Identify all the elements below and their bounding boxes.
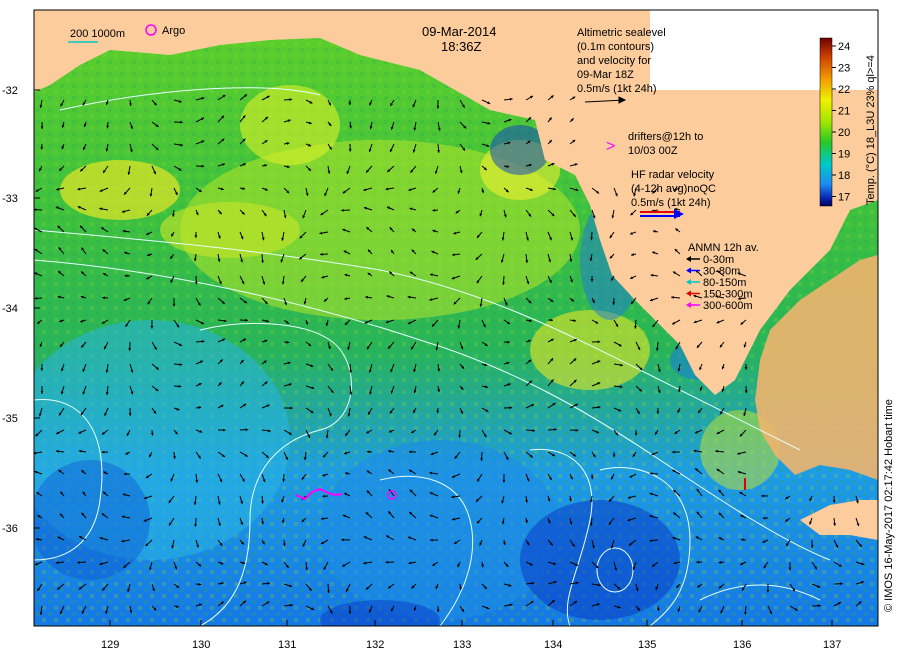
colorbar	[820, 38, 832, 206]
lon-tick-label: 136	[733, 639, 751, 651]
drifters-label-2: 10/03 00Z	[628, 145, 678, 157]
lon-tick-label: 131	[278, 639, 296, 651]
colorbar-tick-label: 21	[838, 106, 850, 118]
credit-text: © IMOS 16-May-2017 02:17:42 Hobart time	[883, 399, 895, 612]
anmn-legend-label: 30-80m	[703, 266, 740, 278]
lat-tick-label: -32	[2, 85, 18, 97]
scale-label: 200 1000m	[70, 28, 125, 40]
colorbar-tick-label: 20	[838, 127, 850, 139]
anmn-legend-label: 150-300m	[703, 289, 753, 301]
lat-tick-label: -33	[2, 193, 18, 205]
lon-tick-label: 130	[192, 639, 210, 651]
colorbar-tick-label: 22	[838, 84, 850, 96]
lat-tick-label: -35	[2, 413, 18, 425]
argo-legend-label: Argo	[162, 25, 185, 37]
svg-text:(0.1m contours): (0.1m contours)	[577, 41, 654, 53]
anmn-legend-title: ANMN 12h av.	[688, 242, 759, 254]
anmn-legend-label: 0-30m	[703, 254, 734, 266]
svg-text:0.5m/s (1kt 24h): 0.5m/s (1kt 24h)	[631, 197, 710, 209]
lon-tick-label: 133	[453, 639, 471, 651]
lon-tick-label: 132	[366, 639, 384, 651]
drifters-label-1: drifters@12h to	[628, 131, 703, 143]
svg-text:(4-12h avg)noQC: (4-12h avg)noQC	[631, 183, 716, 195]
lat-tick-label: -36	[2, 523, 18, 535]
svg-text:09-Mar 18Z: 09-Mar 18Z	[577, 69, 634, 81]
drifters-symbol: >	[606, 138, 615, 155]
lon-tick-label: 134	[544, 639, 562, 651]
lon-tick-label: 129	[101, 639, 119, 651]
lon-tick-label: 135	[638, 639, 656, 651]
lon-tick-label: 137	[823, 639, 841, 651]
sst-map: 200 1000m Argo 09-Mar-2014 18:36Z Altime…	[0, 0, 900, 660]
svg-text:0.5m/s (1kt 24h): 0.5m/s (1kt 24h)	[577, 83, 656, 95]
map-time: 18:36Z	[441, 39, 482, 54]
colorbar-tick-label: 23	[838, 63, 850, 75]
colorbar-tick-label: 19	[838, 149, 850, 161]
svg-text:and velocity for: and velocity for	[577, 55, 651, 67]
colorbar-tick-label: 24	[838, 41, 850, 53]
anmn-legend-label: 80-150m	[703, 277, 746, 289]
svg-text:Altimetric sealevel: Altimetric sealevel	[577, 27, 666, 39]
colorbar-title: Temp. (°C) 18_L3U 23% ql>=4	[865, 55, 877, 205]
colorbar-tick-label: 18	[838, 170, 850, 182]
anmn-legend-label: 300-600m	[703, 300, 753, 312]
colorbar-tick-label: 17	[838, 192, 850, 204]
hf-radar-legend: HF radar velocity (4-12h avg)noQC 0.5m/s…	[631, 169, 716, 209]
lat-tick-label: -34	[2, 303, 18, 315]
svg-text:HF radar velocity: HF radar velocity	[631, 169, 715, 181]
map-date: 09-Mar-2014	[422, 24, 496, 39]
